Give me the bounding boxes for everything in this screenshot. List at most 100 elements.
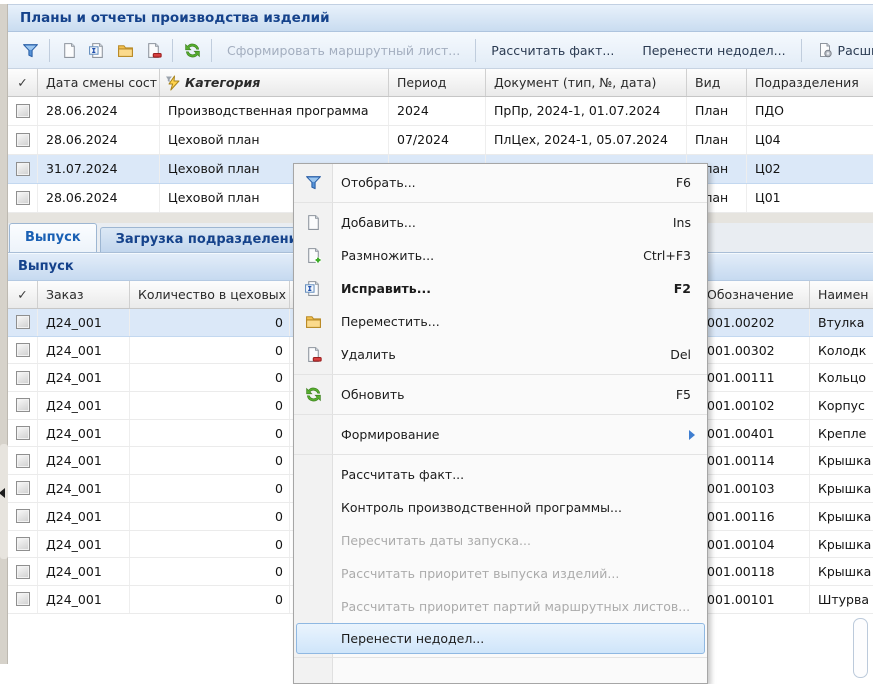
cell-designation: 001.00111 [695, 364, 810, 391]
menu-item-edit[interactable]: Исправить... F2 [294, 272, 707, 305]
cell-category: Цеховой план [160, 126, 389, 154]
refresh-icon [184, 42, 201, 59]
column-header-check[interactable]: ✓ [8, 69, 38, 96]
column-header-document[interactable]: Документ (тип, №, дата) [486, 69, 687, 96]
vertical-scrollbar-thumb[interactable] [853, 618, 868, 678]
row-checkbox[interactable] [16, 537, 30, 551]
row-checkbox[interactable] [16, 191, 30, 205]
filter-icon [294, 174, 332, 191]
cell-document: ПлЦех, 2024-1, 05.07.2024 [486, 126, 687, 154]
cell-order: Д24_001 [38, 447, 130, 474]
column-header-designation[interactable]: Обозначение [695, 281, 810, 308]
column-header-name[interactable]: Наимен [810, 281, 873, 308]
extended-report-icon [817, 42, 833, 58]
cell-name: Втулка [810, 309, 873, 336]
splitter-collapse-handle[interactable] [0, 444, 8, 559]
toolbar-separator [801, 39, 802, 62]
row-checkbox[interactable] [16, 481, 30, 495]
delete-button[interactable] [139, 37, 167, 63]
menu-item-filter[interactable]: Отобрать... F6 [294, 166, 707, 199]
row-checkbox[interactable] [16, 104, 30, 118]
row-checkbox[interactable] [16, 133, 30, 147]
row-checkbox-cell [8, 586, 38, 613]
copy-document-icon [294, 247, 332, 264]
move-backlog-button[interactable]: Перенести недодел... [632, 43, 795, 58]
cell-name: Штурва [810, 586, 873, 613]
row-checkbox-cell [8, 97, 38, 125]
menu-item-add[interactable]: Добавить... Ins [294, 206, 707, 239]
row-checkbox[interactable] [16, 565, 30, 579]
menu-item-calculate-fact[interactable]: Рассчитать факт... [294, 458, 707, 491]
row-checkbox-cell [8, 155, 38, 183]
toolbar-separator [475, 39, 476, 62]
add-button[interactable] [55, 37, 83, 63]
form-route-sheet-button: Сформировать маршрутный лист... [217, 43, 470, 58]
sort-lightning-icon [165, 75, 181, 91]
cell-designation: 001.00104 [695, 531, 810, 558]
menu-item-refresh[interactable]: Обновить F5 [294, 378, 707, 411]
menu-item-move[interactable]: Переместить... [294, 305, 707, 338]
tab-load-divisions[interactable]: Загрузка подразделений [100, 227, 323, 252]
column-header-qty[interactable]: Количество в цеховых п [130, 281, 290, 308]
row-checkbox[interactable] [16, 398, 30, 412]
cell-order: Д24_001 [38, 531, 130, 558]
row-checkbox-cell [8, 447, 38, 474]
calculate-fact-button[interactable]: Рассчитать факт... [481, 43, 624, 58]
cell-kind: План [687, 126, 747, 154]
edit-button[interactable] [83, 37, 111, 63]
column-header-date[interactable]: Дата смены сост [38, 69, 160, 96]
refresh-button[interactable] [178, 37, 206, 63]
cell-designation: 001.00401 [695, 420, 810, 447]
cell-designation: 001.00302 [695, 337, 810, 364]
cell-order: Д24_001 [38, 586, 130, 613]
menu-item-formation[interactable]: Формирование [294, 418, 707, 451]
column-header-check[interactable]: ✓ [8, 281, 38, 308]
tab-output[interactable]: Выпуск [9, 223, 97, 252]
menu-item-recalc-launch-dates: Пересчитать даты запуска... [294, 524, 707, 557]
row-checkbox[interactable] [16, 454, 30, 468]
menu-separator [294, 414, 707, 415]
column-header-order[interactable]: Заказ [38, 281, 130, 308]
plans-table-header: ✓ Дата смены сост Категория Период Докум… [8, 69, 873, 97]
edit-document-icon [294, 280, 332, 297]
filter-button[interactable] [16, 37, 44, 63]
cell-order: Д24_001 [38, 392, 130, 419]
row-checkbox[interactable] [16, 343, 30, 357]
row-checkbox-cell [8, 184, 38, 212]
submenu-arrow-icon [689, 430, 695, 440]
row-checkbox[interactable] [16, 162, 30, 176]
row-checkbox[interactable] [16, 426, 30, 440]
row-checkbox[interactable] [16, 315, 30, 329]
extended-button[interactable]: Расширен [807, 42, 873, 58]
move-button[interactable] [111, 37, 139, 63]
row-checkbox[interactable] [16, 592, 30, 606]
table-row[interactable]: 28.06.2024 Цеховой план 07/2024 ПлЦех, 2… [8, 126, 873, 155]
cell-order: Д24_001 [38, 558, 130, 585]
column-header-category[interactable]: Категория [160, 69, 389, 96]
cell-division: Ц01 [747, 184, 873, 212]
row-checkbox[interactable] [16, 371, 30, 385]
column-header-division[interactable]: Подразделения [747, 69, 873, 96]
cell-designation: 001.00118 [695, 558, 810, 585]
menu-item-duplicate[interactable]: Размножить... Ctrl+F3 [294, 239, 707, 272]
column-header-period[interactable]: Период [389, 69, 486, 96]
row-checkbox-cell [8, 126, 38, 154]
menu-separator [294, 454, 707, 455]
menu-separator [294, 657, 707, 658]
cell-order: Д24_001 [38, 364, 130, 391]
cell-qty: 0 [130, 447, 290, 474]
cell-qty: 0 [130, 503, 290, 530]
menu-item-move-backlog[interactable]: Перенести недодел... [296, 623, 705, 654]
cell-name: Крышка [810, 475, 873, 502]
row-checkbox-cell [8, 503, 38, 530]
column-header-kind[interactable]: Вид [687, 69, 747, 96]
cell-date: 28.06.2024 [38, 184, 160, 212]
menu-item-delete[interactable]: Удалить Del [294, 338, 707, 371]
cell-division: ПДО [747, 97, 873, 125]
row-checkbox[interactable] [16, 509, 30, 523]
cell-order: Д24_001 [38, 309, 130, 336]
menu-item-program-control[interactable]: Контроль производственной программы... [294, 491, 707, 524]
toolbar-separator [211, 39, 212, 62]
table-row[interactable]: 28.06.2024 Производственная программа 20… [8, 97, 873, 126]
tab-output-label: Выпуск [25, 230, 81, 245]
